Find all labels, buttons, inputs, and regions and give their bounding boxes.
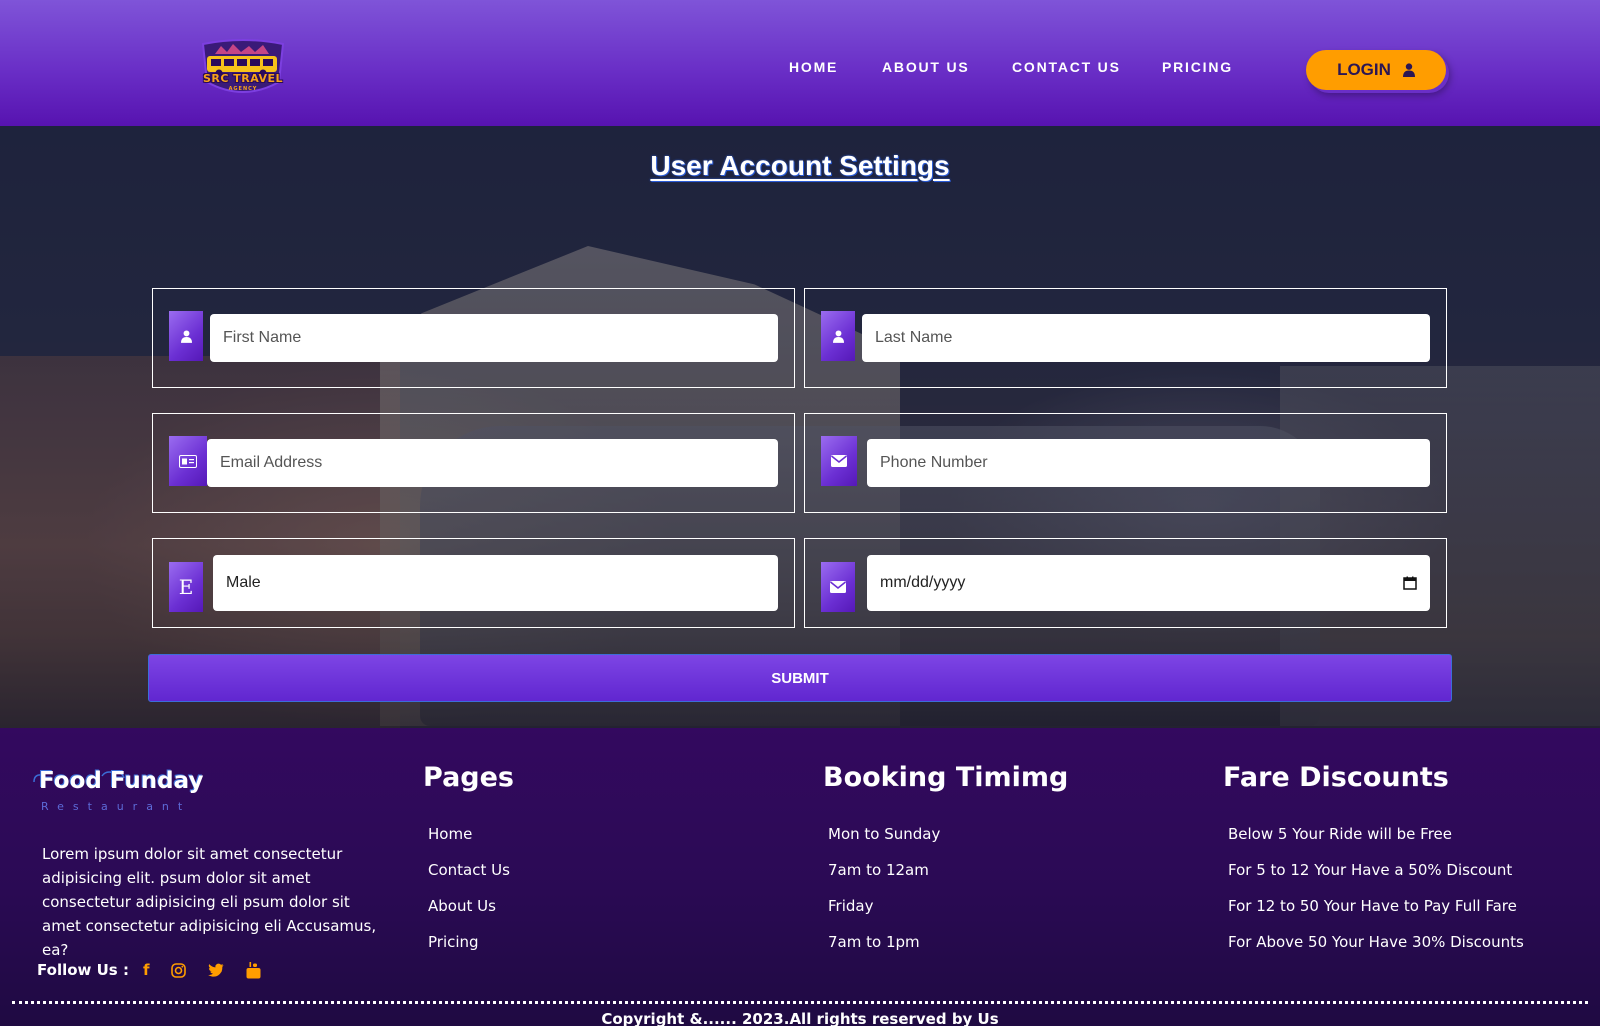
- footer-booking-list: Mon to Sunday 7am to 12am Friday 7am to …: [828, 825, 940, 969]
- footer-brand-subtitle: Restaurant: [41, 800, 192, 813]
- nav-item-home[interactable]: HOME: [789, 59, 838, 75]
- list-item: For 5 to 12 Your Have a 50% Discount: [1228, 861, 1513, 879]
- envelope-icon: [821, 436, 857, 486]
- date-input[interactable]: mm/dd/yyyy: [867, 555, 1430, 611]
- account-settings-section: User Account Settings E: [0, 126, 1600, 728]
- footer-brand: Food Funday: [39, 768, 204, 794]
- footer-divider: [12, 1001, 1588, 1004]
- user-icon: [169, 311, 203, 361]
- footer-description: Lorem ipsum dolor sit amet consectetur a…: [42, 845, 377, 959]
- envelope-icon: [821, 562, 855, 612]
- site-footer: Food Funday Restaurant Lorem ipsum dolor…: [0, 728, 1600, 1028]
- user-icon: [1402, 63, 1415, 77]
- first-name-input[interactable]: [210, 314, 778, 362]
- footer-link-contact-us[interactable]: Contact Us: [428, 861, 510, 897]
- gender-input[interactable]: [213, 555, 778, 611]
- calendar-icon[interactable]: [1403, 576, 1417, 590]
- submit-button[interactable]: SUBMIT: [148, 654, 1452, 702]
- email-group: [152, 413, 795, 513]
- footer-pages-title: Pages: [423, 762, 514, 793]
- footer-fare-list: Below 5 Your Ride will be Free For 5 to …: [1228, 825, 1524, 969]
- list-item: 7am to 12am: [828, 861, 929, 879]
- phone-group: [804, 413, 1447, 513]
- phone-number-input[interactable]: [867, 439, 1430, 487]
- follow-label: Follow Us :: [37, 961, 129, 979]
- submit-label: SUBMIT: [771, 669, 829, 687]
- twitter-icon[interactable]: [208, 963, 224, 977]
- nav-item-pricing[interactable]: PRICING: [1162, 59, 1233, 75]
- site-logo[interactable]: SRC TRAVEL AGENCY: [193, 38, 293, 102]
- gender-icon: E: [169, 562, 203, 612]
- nav-item-contact-us[interactable]: CONTACT US: [1012, 59, 1121, 75]
- id-card-icon: [169, 436, 207, 486]
- email-field[interactable]: [207, 439, 778, 487]
- login-label: LOGIN: [1337, 60, 1391, 79]
- bus-logo-icon: [201, 39, 285, 93]
- user-icon: [821, 311, 855, 361]
- page-title: User Account Settings: [650, 150, 950, 181]
- gender-icon-letter: E: [178, 575, 194, 599]
- first-name-group: [152, 288, 795, 388]
- footer-fare-title: Fare Discounts: [1223, 762, 1449, 793]
- login-button[interactable]: LOGIN: [1306, 50, 1446, 90]
- nav-item-about-us[interactable]: ABOUT US: [882, 59, 970, 75]
- footer-booking-title: Booking Timimg: [823, 762, 1069, 793]
- list-item: 7am to 1pm: [828, 933, 920, 951]
- date-placeholder: mm/dd/yyyy: [880, 574, 966, 591]
- gender-group: E: [152, 538, 795, 628]
- footer-link-about-us[interactable]: About Us: [428, 897, 510, 933]
- last-name-group: [804, 288, 1447, 388]
- list-item: Below 5 Your Ride will be Free: [1228, 825, 1452, 843]
- site-header: SRC TRAVEL AGENCY HOME ABOUT US CONTACT …: [0, 0, 1600, 126]
- youtube-icon[interactable]: [246, 961, 261, 979]
- copyright-text: Copyright &...... 2023.All rights reserv…: [601, 1010, 999, 1028]
- footer-pages-list: Home Contact Us About Us Pricing: [428, 825, 510, 969]
- facebook-icon[interactable]: f: [143, 961, 150, 979]
- logo-subtitle: AGENCY: [228, 86, 258, 92]
- date-group: mm/dd/yyyy: [804, 538, 1447, 628]
- social-links: Follow Us : f: [37, 961, 261, 979]
- instagram-icon[interactable]: [171, 962, 187, 978]
- last-name-input[interactable]: [862, 314, 1430, 362]
- list-item: For 12 to 50 Your Have to Pay Full Fare: [1228, 897, 1517, 915]
- logo-title: SRC TRAVEL: [202, 72, 284, 85]
- list-item: Mon to Sunday: [828, 825, 941, 843]
- footer-link-home[interactable]: Home: [428, 825, 510, 861]
- list-item: For Above 50 Your Have 30% Discounts: [1228, 933, 1524, 951]
- footer-link-pricing[interactable]: Pricing: [428, 933, 510, 969]
- list-item: Friday: [828, 897, 874, 915]
